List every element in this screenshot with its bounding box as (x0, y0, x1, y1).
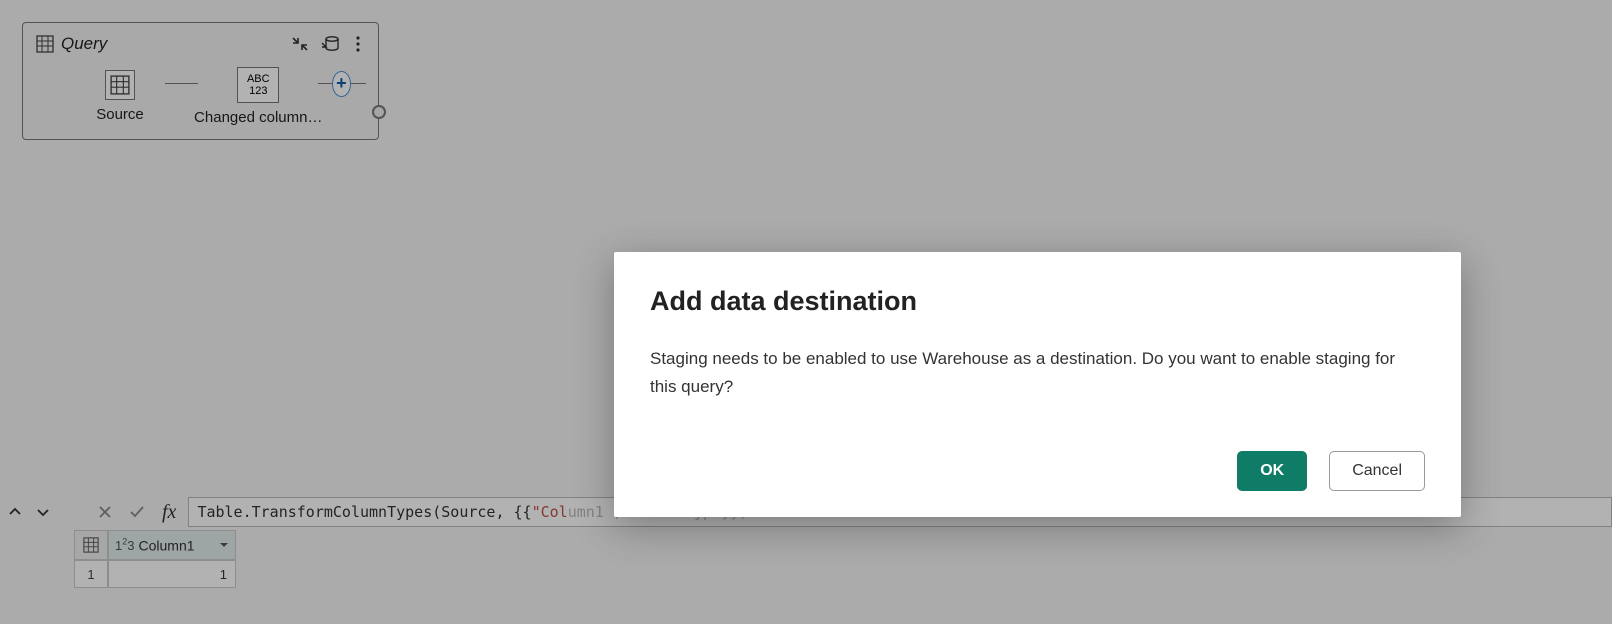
dialog-body: Staging needs to be enabled to use Wareh… (650, 345, 1425, 451)
dialog-title: Add data destination (650, 286, 1425, 317)
dialog-footer: OK Cancel (650, 451, 1425, 491)
cancel-button[interactable]: Cancel (1329, 451, 1425, 491)
ok-button[interactable]: OK (1237, 451, 1307, 491)
add-data-destination-dialog: Add data destination Staging needs to be… (614, 252, 1461, 517)
